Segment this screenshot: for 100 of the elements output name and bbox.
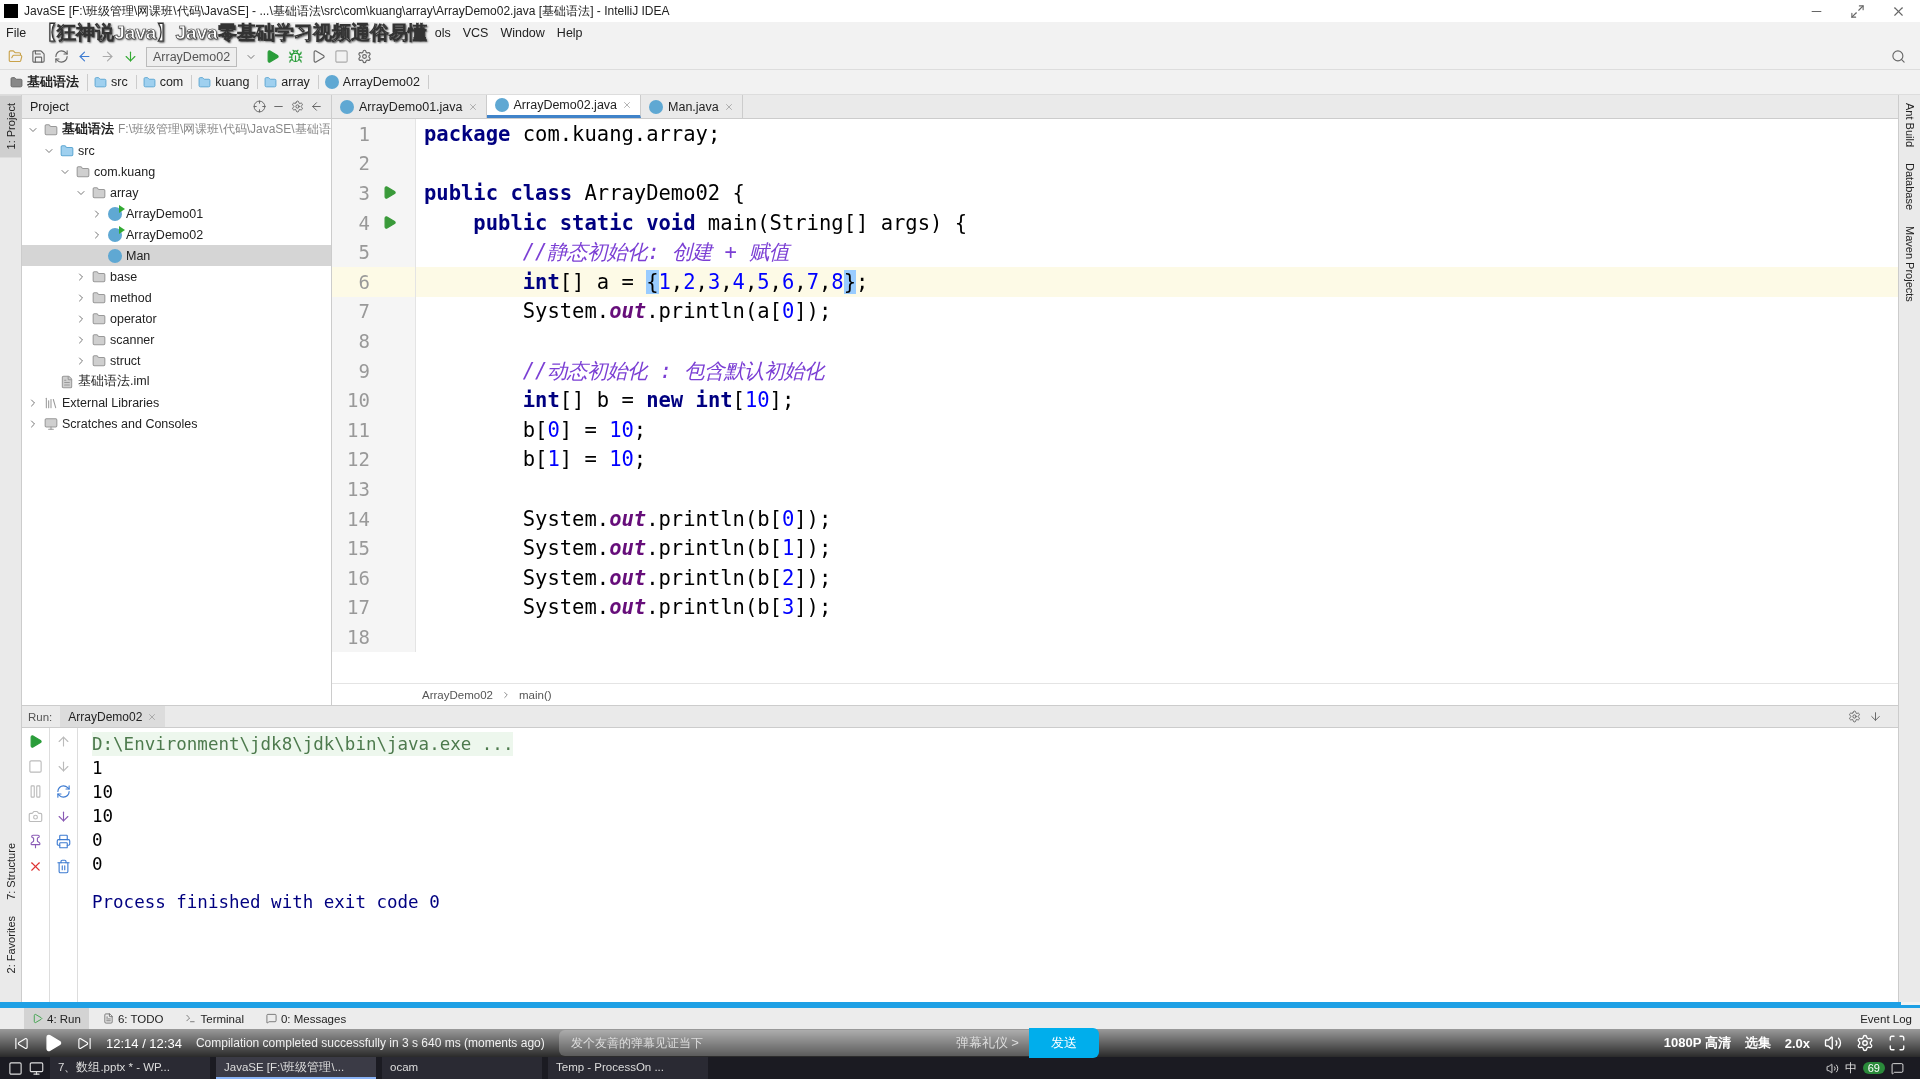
start-icon[interactable]	[8, 1060, 23, 1076]
tree-item[interactable]: 基础语法 F:\班级管理\网课班\代码\JavaSE\基础语	[22, 119, 331, 140]
debug-icon[interactable]	[288, 49, 304, 64]
hide-icon[interactable]	[310, 100, 323, 113]
task-view-icon[interactable]	[29, 1060, 44, 1076]
scroll-end-icon[interactable]	[56, 809, 71, 824]
tree-item[interactable]: struct	[22, 350, 331, 371]
tree-item[interactable]: base	[22, 266, 331, 287]
rerun-icon[interactable]	[28, 734, 43, 749]
stop-icon[interactable]	[334, 49, 350, 64]
episodes-button[interactable]: 选集	[1744, 1034, 1771, 1052]
taskbar-task[interactable]: 7、数组.pptx * - WP...	[50, 1057, 210, 1079]
notifications-icon[interactable]	[1891, 1061, 1904, 1075]
fullscreen-icon[interactable]	[1888, 1034, 1906, 1052]
breadcrumb-item[interactable]: src	[92, 75, 137, 89]
class-icon	[108, 248, 122, 263]
tool-window-button[interactable]: 6: TODO	[94, 1008, 172, 1029]
line-number: 7	[357, 300, 370, 323]
tool-window-tab[interactable]: Maven Projects	[1898, 218, 1920, 310]
coverage-icon[interactable]	[311, 49, 327, 64]
print-icon[interactable]	[56, 834, 71, 849]
open-folder-icon[interactable]	[8, 49, 23, 64]
class-icon	[108, 227, 122, 242]
play-icon[interactable]	[43, 1033, 63, 1053]
run-tab[interactable]: ArrayDemo02	[60, 706, 166, 727]
tree-item[interactable]: Scratches and Consoles	[22, 413, 331, 434]
tool-window-tab[interactable]: 1: Project	[0, 95, 22, 158]
speed-button[interactable]: 2.0x	[1784, 1035, 1810, 1051]
editor-tab[interactable]: ArrayDemo01.java	[332, 95, 487, 118]
folder-icon	[10, 75, 23, 89]
run-icon[interactable]	[265, 49, 281, 64]
editor-tab[interactable]: Man.java	[641, 95, 743, 118]
volume-icon[interactable]	[1825, 1061, 1839, 1075]
breadcrumb-item[interactable]: array	[262, 75, 319, 89]
code-line: System.out.println(b[1]);	[521, 536, 832, 561]
taskbar-task[interactable]: Temp - ProcessOn ...	[548, 1057, 708, 1079]
forward-icon[interactable]	[100, 49, 115, 64]
tree-item[interactable]: scanner	[22, 329, 331, 350]
tree-item[interactable]: ArrayDemo02	[22, 224, 331, 245]
breadcrumb-item[interactable]: com	[140, 75, 193, 89]
editor-tab[interactable]: ArrayDemo02.java	[486, 95, 642, 118]
tool-window-button[interactable]: Terminal	[177, 1008, 252, 1029]
tool-window-tab[interactable]: Ant Build	[1898, 95, 1920, 156]
trash-icon[interactable]	[56, 859, 71, 874]
pause-icon[interactable]	[28, 784, 43, 799]
console-output: 0	[92, 853, 103, 876]
tool-window-button[interactable]: 0: Messages	[257, 1008, 355, 1029]
maximize-icon[interactable]	[1850, 3, 1865, 19]
locate-icon[interactable]	[253, 100, 266, 113]
tree-item[interactable]: com.kuang	[22, 161, 331, 182]
code-breadcrumb[interactable]: ArrayDemo02	[422, 688, 493, 701]
tree-item[interactable]: Man	[22, 245, 331, 266]
save-icon[interactable]	[31, 49, 46, 64]
menu-item[interactable]: ols	[434, 26, 451, 40]
down-icon[interactable]	[56, 759, 71, 774]
breadcrumb-item[interactable]: kuang	[196, 75, 259, 89]
tree-item[interactable]: operator	[22, 308, 331, 329]
taskbar-task[interactable]: JavaSE [F:\班级管理\...	[216, 1057, 376, 1079]
taskbar-task[interactable]: ocam	[382, 1057, 542, 1079]
menu-item[interactable]: Help	[556, 26, 583, 40]
hide-icon[interactable]	[1869, 710, 1882, 723]
line-number: 4	[357, 211, 370, 234]
sync-icon[interactable]	[54, 49, 69, 64]
line-number: 13	[346, 477, 370, 500]
tool-window-tab[interactable]: 2: Favorites	[0, 907, 22, 981]
menu-item[interactable]: File	[6, 26, 27, 40]
breadcrumb-item[interactable]: ArrayDemo02	[322, 75, 429, 89]
tree-item[interactable]: src	[22, 140, 331, 161]
run-icon[interactable]	[382, 215, 397, 231]
quality-button[interactable]: 1080P 高清	[1663, 1034, 1731, 1052]
tree-label: 基础语法	[62, 121, 114, 138]
previous-icon[interactable]	[14, 1035, 29, 1051]
back-icon[interactable]	[77, 49, 92, 64]
menu-item[interactable]: VCS	[462, 26, 489, 40]
event-log-button[interactable]: Event Log	[1852, 1008, 1920, 1029]
pin-icon[interactable]	[28, 834, 43, 849]
input-method-indicator[interactable]: 中	[1844, 1059, 1857, 1077]
settings-icon[interactable]	[357, 49, 373, 64]
camera-icon[interactable]	[28, 809, 43, 824]
tree-label: com.kuang	[94, 164, 156, 179]
tree-item[interactable]: 基础语法.iml	[22, 371, 331, 392]
next-icon[interactable]	[77, 1035, 92, 1051]
tree-item[interactable]: array	[22, 182, 331, 203]
tree-item[interactable]: method	[22, 287, 331, 308]
search-icon[interactable]	[1891, 49, 1906, 64]
run-icon[interactable]	[382, 185, 397, 201]
up-icon[interactable]	[56, 734, 71, 749]
code-breadcrumb[interactable]: main()	[518, 688, 552, 701]
tree-item[interactable]: External Libraries	[22, 392, 331, 413]
tool-window-tab[interactable]: 7: Structure	[0, 834, 22, 908]
tree-item[interactable]: ArrayDemo01	[22, 203, 331, 224]
tool-window-button[interactable]: 4: Run	[24, 1008, 89, 1029]
run-config-dropdown[interactable]: ArrayDemo02	[146, 46, 238, 67]
menu-item[interactable]: Window	[500, 26, 545, 40]
build-icon[interactable]	[123, 49, 138, 64]
wrap-icon[interactable]	[56, 784, 71, 799]
close-icon[interactable]	[28, 859, 43, 874]
breadcrumb-item[interactable]: 基础语法	[8, 73, 88, 91]
volume-icon[interactable]	[1824, 1034, 1842, 1052]
tool-window-tab[interactable]: Database	[1898, 155, 1920, 219]
